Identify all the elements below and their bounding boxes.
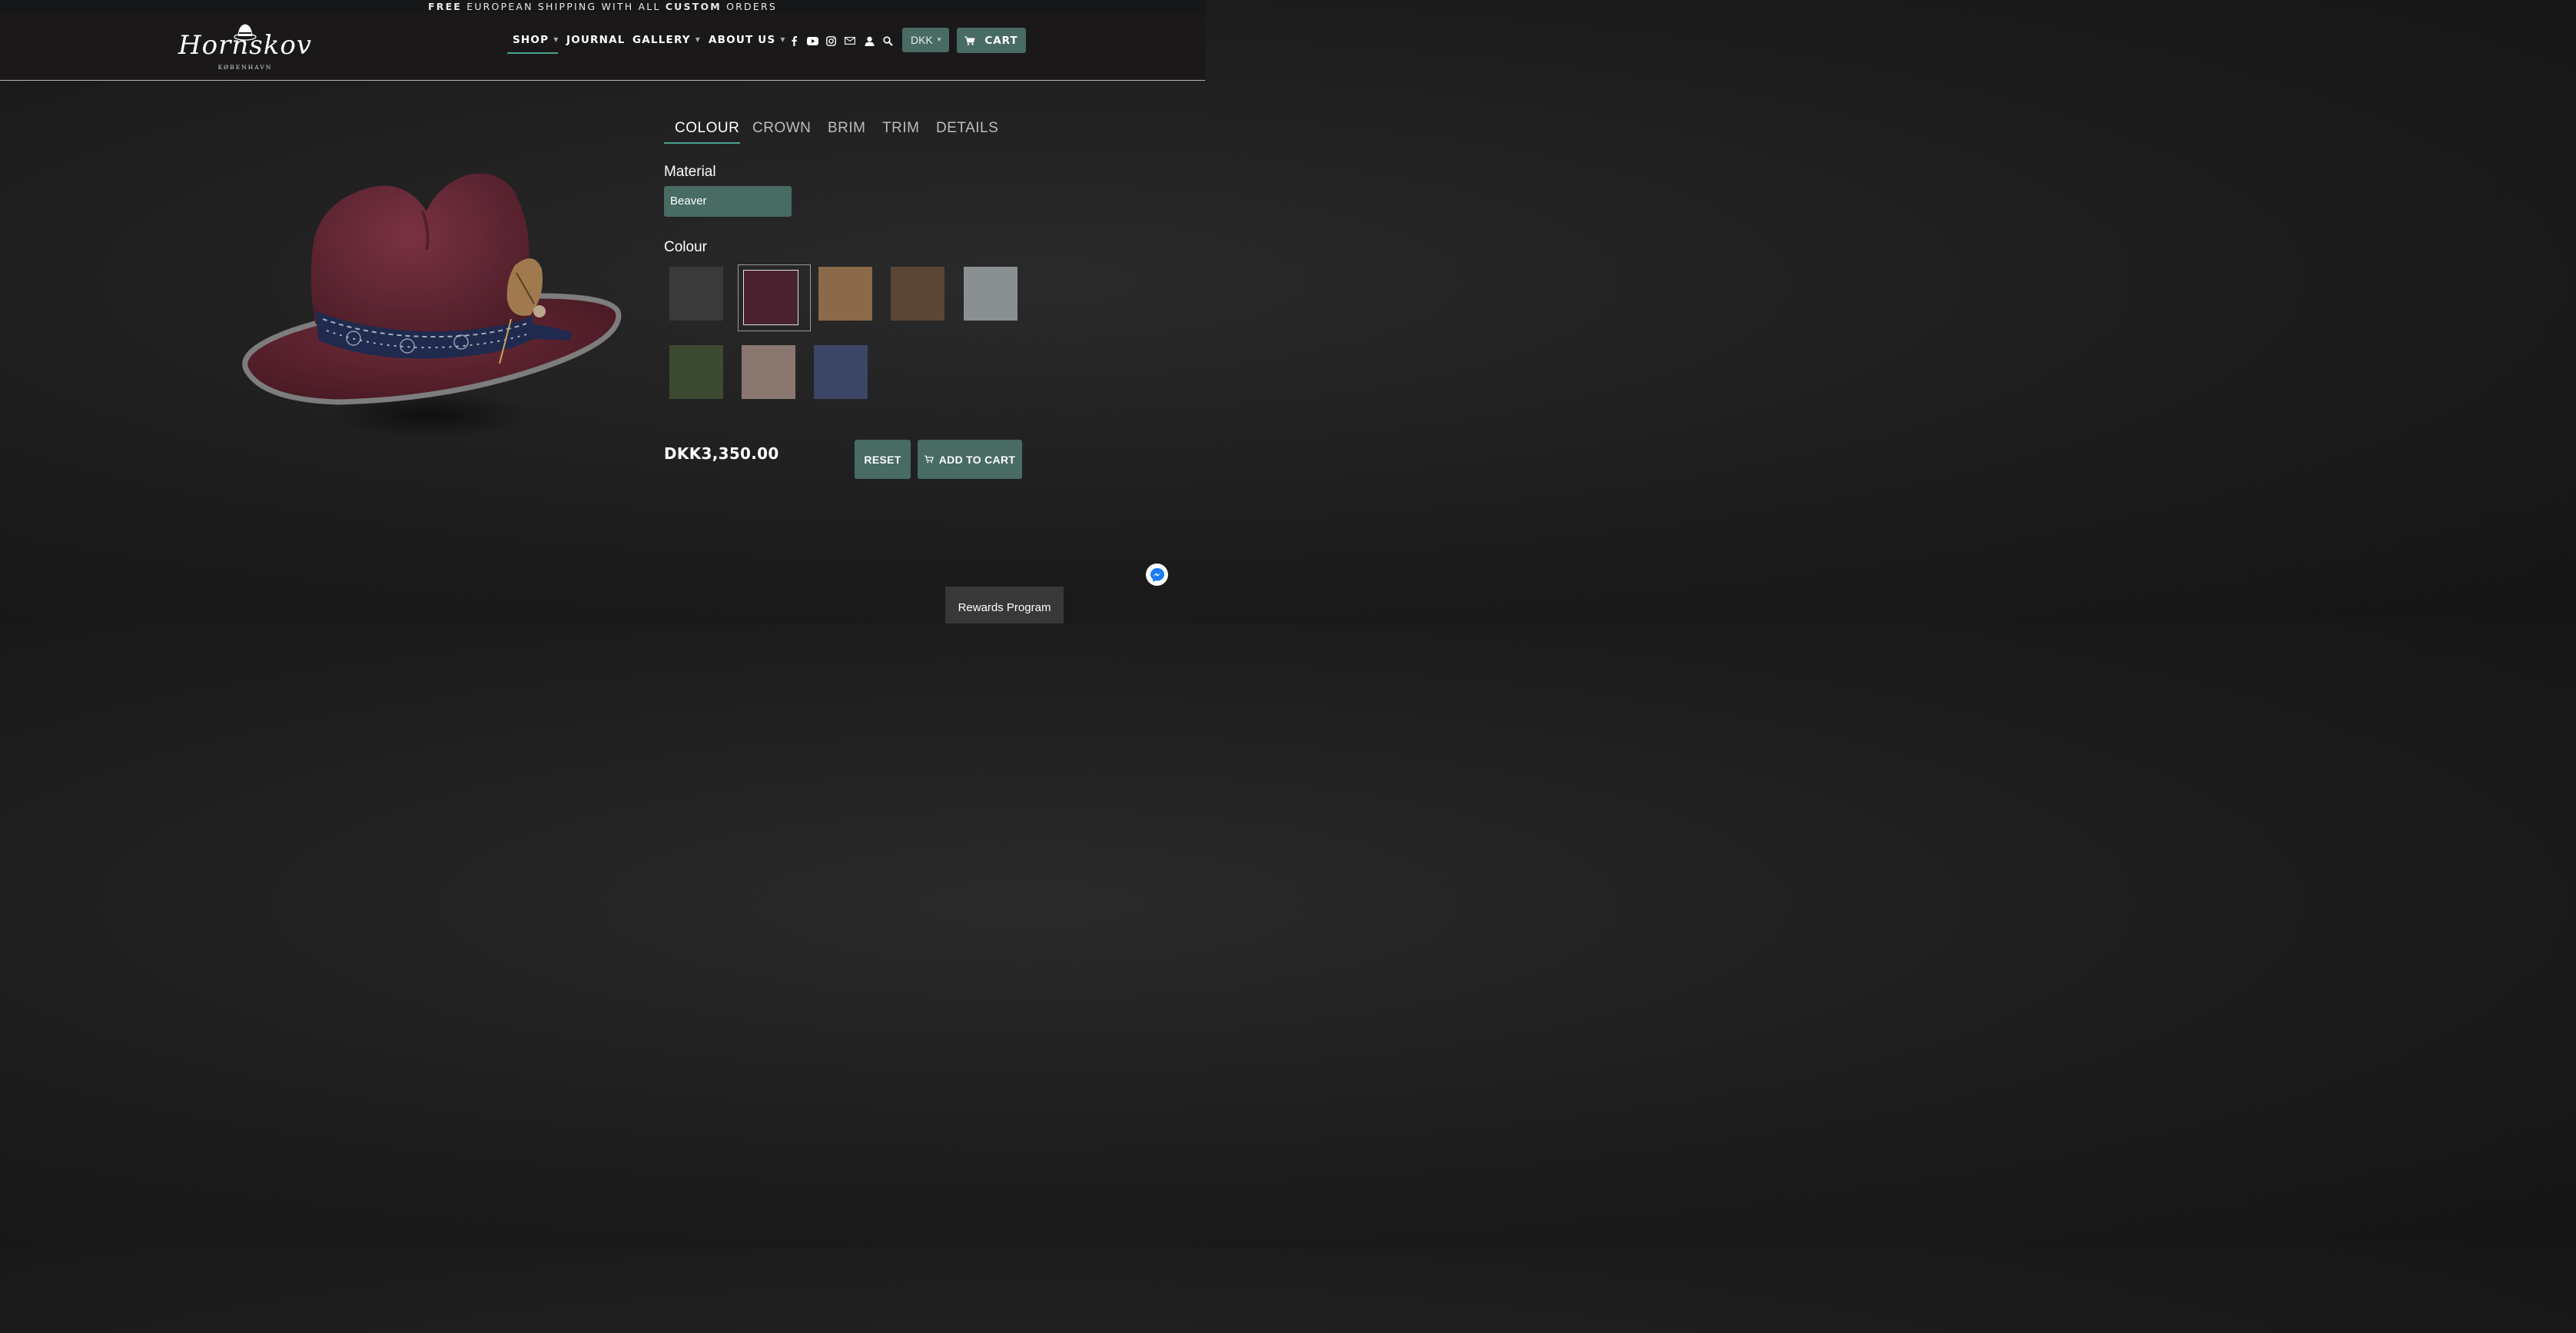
product-image	[231, 165, 630, 442]
colour-swatch[interactable]	[814, 345, 868, 399]
material-select[interactable]: Beaver	[664, 186, 792, 217]
messenger-chat-button[interactable]	[1146, 563, 1168, 586]
hat-illustration	[242, 173, 622, 438]
material-label: Material	[664, 164, 716, 180]
messenger-icon	[1150, 567, 1164, 582]
price: DKK3,350.00	[664, 444, 779, 463]
cart-label: CART	[984, 34, 1018, 47]
youtube-icon[interactable]	[806, 35, 818, 47]
nav-active-underline	[507, 52, 558, 54]
logo-subtext: KØBENHAVN	[217, 64, 273, 71]
tab-colour[interactable]: COLOUR	[675, 120, 739, 137]
brand-logo[interactable]: Hornskov KØBENHAVN	[177, 21, 314, 73]
add-to-cart-button[interactable]: ADD TO CART	[918, 440, 1022, 479]
nav-shop-label: SHOP	[513, 34, 549, 46]
colour-swatch[interactable]	[818, 267, 872, 321]
nav-gallery-label: GALLERY	[632, 34, 691, 46]
tab-active-underline	[664, 142, 740, 144]
tab-details[interactable]: DETAILS	[936, 120, 998, 137]
colour-swatch[interactable]	[891, 267, 944, 321]
search-icon[interactable]	[881, 35, 894, 47]
chevron-down-icon: ▼	[553, 36, 559, 43]
rewards-program-button[interactable]: Rewards Program	[945, 587, 1064, 623]
announcement-bar: FREE EUROPEAN SHIPPING WITH ALL CUSTOM O…	[0, 0, 1205, 13]
cart-icon	[964, 36, 975, 45]
colour-swatch[interactable]	[743, 270, 798, 325]
nav-shop[interactable]: SHOP ▼	[513, 34, 559, 46]
site-header: Hornskov KØBENHAVN SHOP ▼ JOURNAL GALLERY…	[0, 13, 1205, 81]
nav-gallery[interactable]: GALLERY ▼	[632, 34, 701, 46]
nav-about-label: ABOUT US	[709, 34, 776, 46]
colour-swatch[interactable]	[742, 345, 795, 399]
colour-swatch[interactable]	[669, 345, 723, 399]
announcement-text: EUROPEAN SHIPPING WITH ALL	[462, 1, 666, 12]
chevron-down-icon: ▼	[936, 36, 942, 43]
colour-swatch[interactable]	[669, 267, 723, 321]
chevron-down-icon: ▼	[695, 36, 702, 43]
colour-label: Colour	[664, 239, 707, 255]
facebook-icon[interactable]	[788, 35, 800, 47]
mail-icon[interactable]	[844, 35, 856, 47]
reset-button[interactable]: RESET	[855, 440, 911, 479]
announcement-custom: CUSTOM	[665, 1, 722, 12]
logo-script: Hornskov	[178, 30, 312, 61]
cart-button[interactable]: CART	[957, 28, 1026, 53]
colour-swatch[interactable]	[964, 267, 1017, 321]
announcement-free: FREE	[428, 1, 463, 12]
nav-about[interactable]: ABOUT US ▼	[709, 34, 786, 46]
tab-crown[interactable]: CROWN	[752, 120, 811, 137]
tab-trim[interactable]: TRIM	[882, 120, 919, 137]
user-icon[interactable]	[863, 35, 875, 47]
cart-icon	[924, 455, 934, 464]
instagram-icon[interactable]	[825, 35, 837, 47]
currency-select[interactable]: DKK ▼	[902, 28, 949, 52]
chevron-down-icon: ▼	[780, 36, 786, 43]
add-to-cart-label: ADD TO CART	[938, 453, 1016, 466]
announcement-orders: ORDERS	[721, 1, 777, 12]
currency-value: DKK	[911, 34, 933, 46]
nav-journal[interactable]: JOURNAL	[566, 34, 626, 46]
tab-brim[interactable]: BRIM	[828, 120, 866, 137]
